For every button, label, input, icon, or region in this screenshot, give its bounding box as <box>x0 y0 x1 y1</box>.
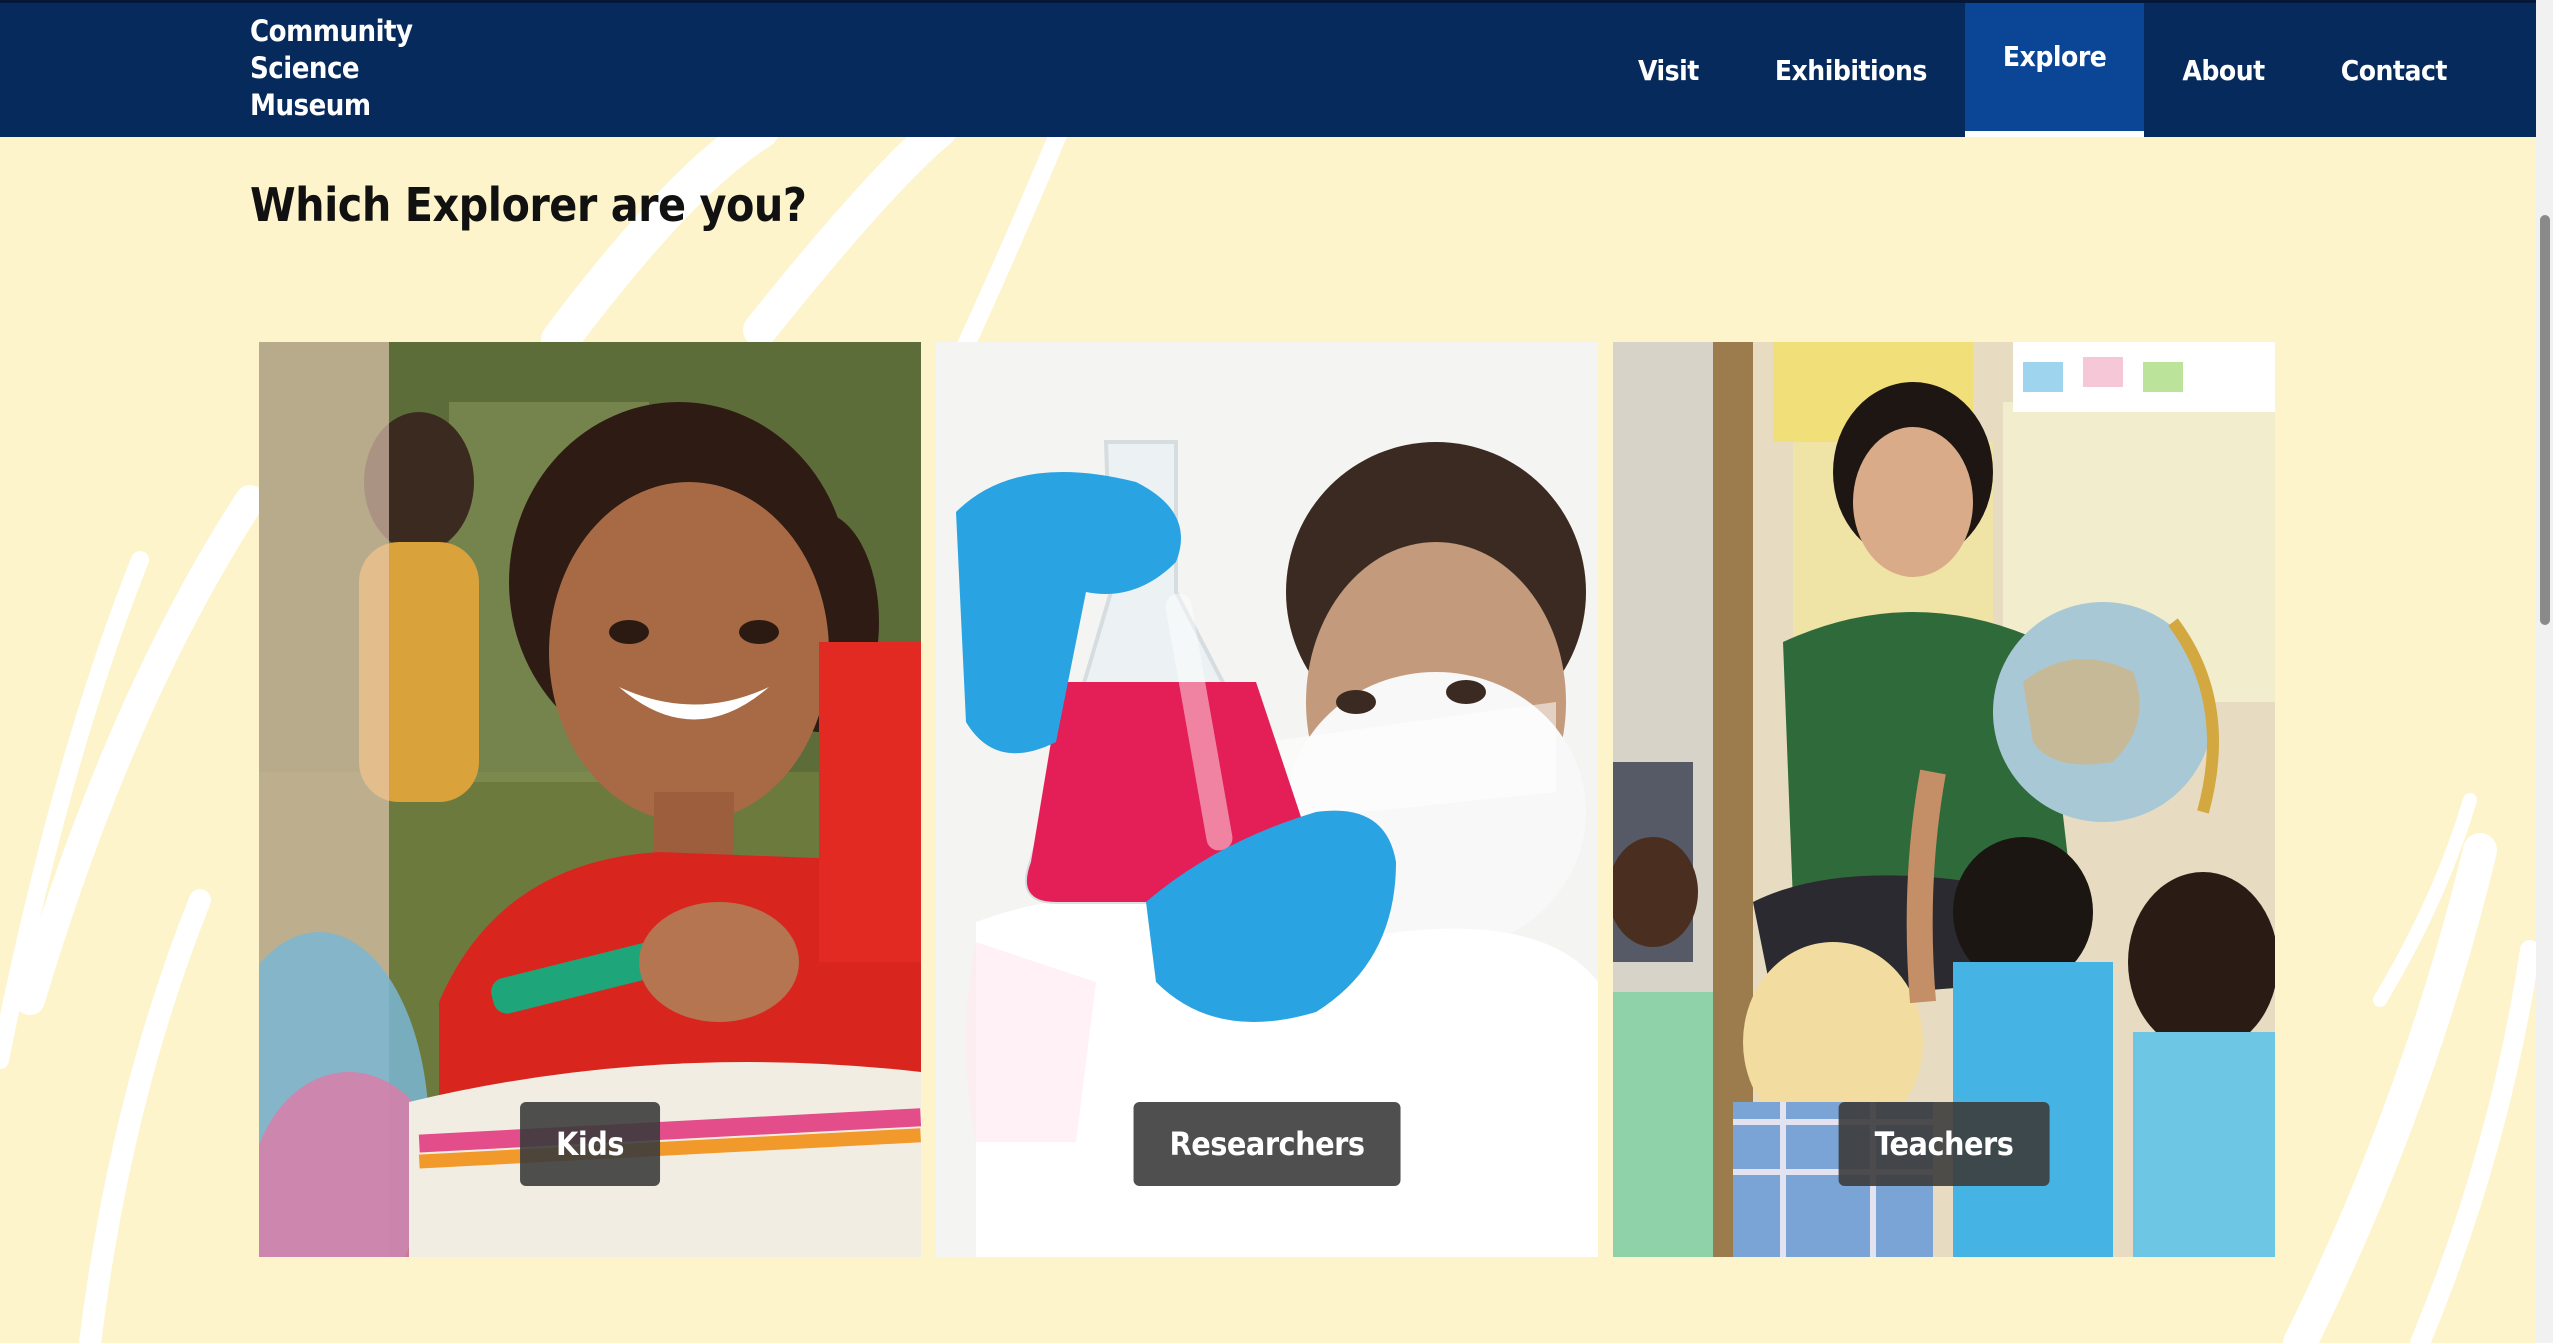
card-kids[interactable]: Kids <box>259 342 921 1257</box>
main-nav: Visit Exhibitions Explore About Contact <box>1600 3 2485 137</box>
card-label-teachers: Teachers <box>1838 1102 2050 1186</box>
nav-item-exhibitions[interactable]: Exhibitions <box>1737 3 1965 137</box>
page-heading: Which Explorer are you? <box>250 178 807 232</box>
top-navbar: Community Science Museum Visit Exhibitio… <box>0 0 2536 137</box>
card-label-kids: Kids <box>520 1102 660 1186</box>
nav-item-about[interactable]: About <box>2144 3 2302 137</box>
page-scrollbar[interactable] <box>2536 0 2553 1343</box>
museum-logo[interactable]: Community Science Museum <box>250 13 413 124</box>
explorer-cards: Kids Researchers Teachers <box>259 342 2275 1257</box>
nav-item-explore[interactable]: Explore <box>1964 3 2145 137</box>
nav-item-contact[interactable]: Contact <box>2303 3 2485 137</box>
logo-line-3: Museum <box>250 88 371 122</box>
card-researchers[interactable]: Researchers <box>936 342 1598 1257</box>
nav-item-visit[interactable]: Visit <box>1600 3 1737 137</box>
card-teachers[interactable]: Teachers <box>1613 342 2275 1257</box>
scrollbar-thumb[interactable] <box>2540 215 2550 625</box>
card-label-researchers: Researchers <box>1133 1102 1401 1186</box>
logo-line-2: Science <box>250 51 360 85</box>
logo-line-1: Community <box>250 14 413 48</box>
